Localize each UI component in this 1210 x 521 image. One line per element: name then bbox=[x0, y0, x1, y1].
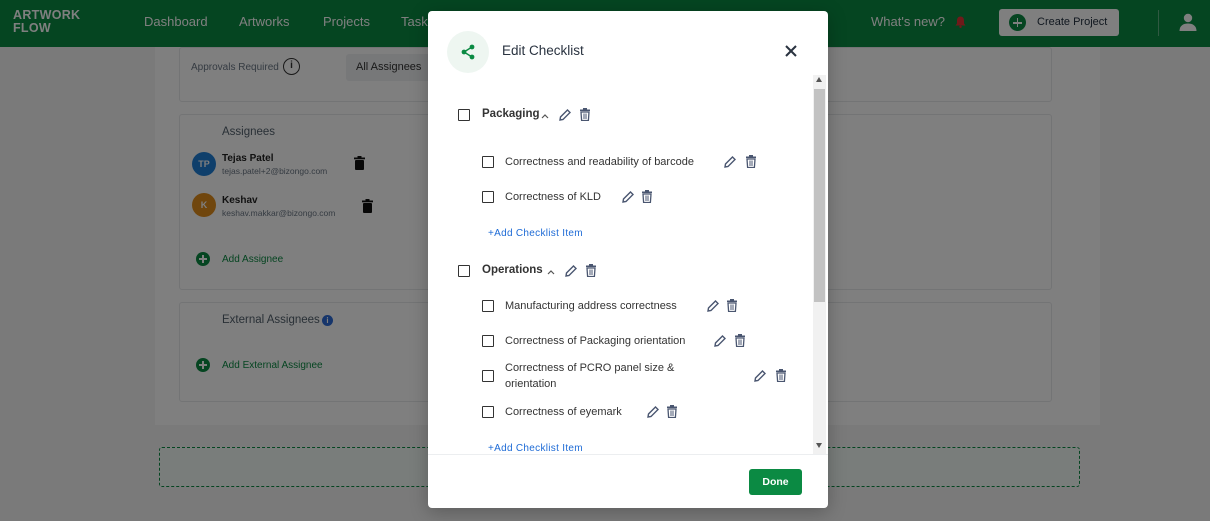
checklist-item-label: Manufacturing address correctness bbox=[505, 300, 677, 312]
delete-trash-icon[interactable] bbox=[775, 369, 787, 382]
share-icon-badge bbox=[447, 31, 489, 73]
item-checkbox[interactable] bbox=[482, 300, 494, 312]
item-checkbox[interactable] bbox=[482, 406, 494, 418]
item-checkbox[interactable] bbox=[482, 370, 494, 382]
footer-divider bbox=[428, 454, 828, 455]
chevron-up-icon[interactable] bbox=[541, 113, 549, 119]
add-checklist-item-link[interactable]: +Add Checklist Item bbox=[488, 228, 583, 239]
delete-trash-icon[interactable] bbox=[726, 299, 738, 312]
checklist-item-label: Correctness of eyemark bbox=[505, 406, 622, 418]
edit-pencil-icon[interactable] bbox=[714, 334, 726, 347]
group-label-packaging[interactable]: Packaging bbox=[482, 108, 540, 120]
edit-checklist-modal: Edit Checklist Packaging Correctness and… bbox=[428, 11, 828, 508]
delete-trash-icon[interactable] bbox=[641, 190, 653, 203]
checklist-scroll-area[interactable]: Packaging Correctness and readability of… bbox=[428, 73, 828, 454]
chevron-up-icon[interactable] bbox=[547, 269, 555, 275]
delete-trash-icon[interactable] bbox=[579, 108, 591, 121]
item-checkbox[interactable] bbox=[482, 156, 494, 168]
delete-trash-icon[interactable] bbox=[734, 334, 746, 347]
checklist-item-label: Correctness of PCRO panel size & orienta… bbox=[505, 362, 675, 390]
close-icon[interactable] bbox=[784, 44, 798, 58]
edit-pencil-icon[interactable] bbox=[707, 299, 719, 312]
group-checkbox-packaging[interactable] bbox=[458, 109, 470, 121]
done-button[interactable]: Done bbox=[749, 469, 802, 495]
edit-pencil-icon[interactable] bbox=[565, 264, 577, 277]
scroll-up-arrow-icon[interactable] bbox=[816, 77, 822, 82]
checklist-item-label: Correctness and readability of barcode bbox=[505, 156, 694, 168]
delete-trash-icon[interactable] bbox=[666, 405, 678, 418]
item-checkbox[interactable] bbox=[482, 335, 494, 347]
delete-trash-icon[interactable] bbox=[585, 264, 597, 277]
checklist-item-label: Correctness of Packaging orientation bbox=[505, 335, 686, 347]
scrollbar[interactable] bbox=[813, 75, 826, 455]
edit-pencil-icon[interactable] bbox=[647, 405, 659, 418]
group-label-operations[interactable]: Operations bbox=[482, 264, 543, 276]
edit-pencil-icon[interactable] bbox=[559, 108, 571, 121]
scroll-down-arrow-icon[interactable] bbox=[816, 443, 822, 448]
scrollbar-thumb[interactable] bbox=[814, 89, 825, 302]
group-checkbox-operations[interactable] bbox=[458, 265, 470, 277]
add-checklist-item-link[interactable]: +Add Checklist Item bbox=[488, 443, 583, 454]
share-icon bbox=[461, 44, 475, 60]
delete-trash-icon[interactable] bbox=[745, 155, 757, 168]
edit-pencil-icon[interactable] bbox=[754, 369, 766, 382]
edit-pencil-icon[interactable] bbox=[622, 190, 634, 203]
checklist-item-label: Correctness of KLD bbox=[505, 191, 601, 203]
item-checkbox[interactable] bbox=[482, 191, 494, 203]
modal-title: Edit Checklist bbox=[502, 43, 584, 58]
edit-pencil-icon[interactable] bbox=[724, 155, 736, 168]
